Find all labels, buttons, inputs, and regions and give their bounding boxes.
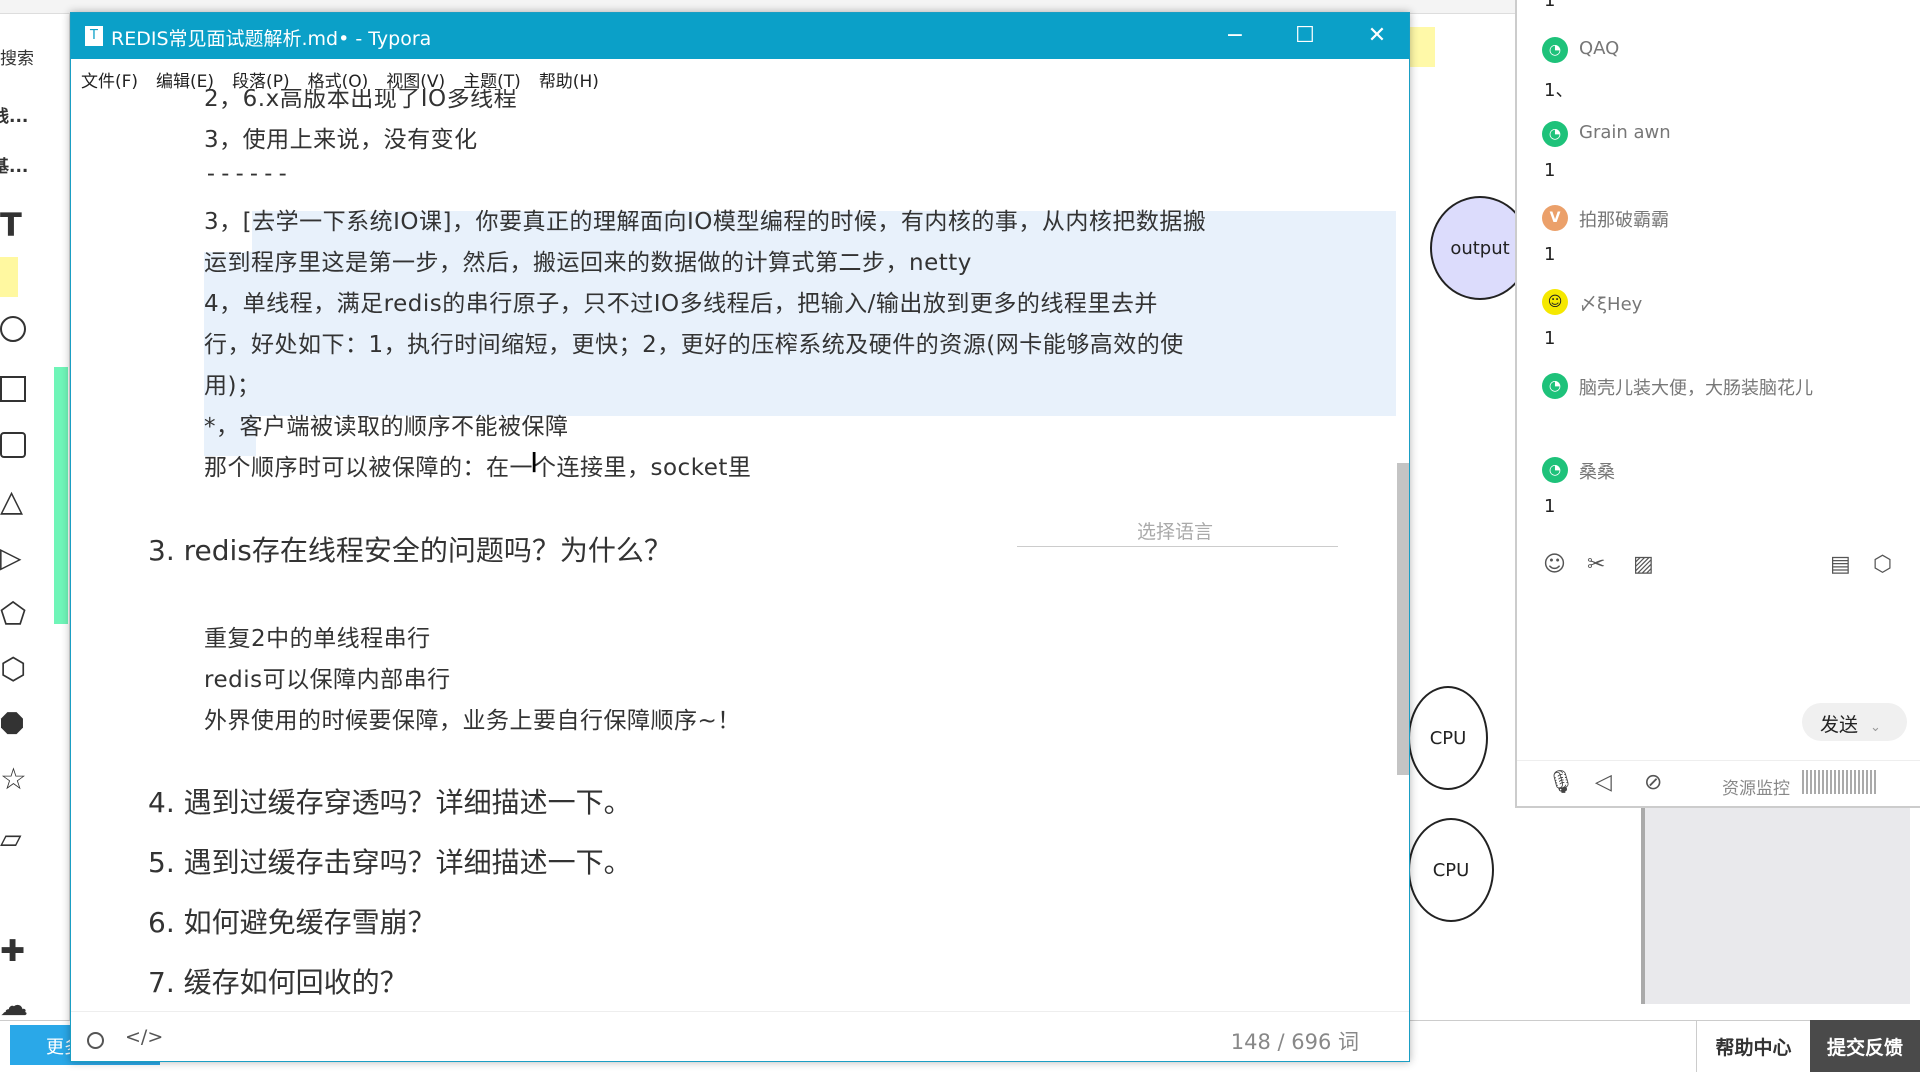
- text-line: 运到程序里这是第一步，然后，搬运回来的数据做的计算式第二步，netty: [204, 250, 972, 276]
- wechat-icon: ◔: [1542, 121, 1568, 147]
- title-bar: T REDIS常见面试题解析.md• - Typora − ☐ ✕: [71, 13, 1409, 59]
- cloud-tool-icon[interactable]: ☁: [0, 989, 28, 1022]
- divider: [1517, 760, 1920, 761]
- chat-sender: 桑桑: [1579, 462, 1615, 483]
- octagon-tool-icon[interactable]: ⯃: [0, 708, 24, 743]
- text-tool-icon[interactable]: T: [0, 206, 22, 244]
- chat-message-text: 1、: [1544, 80, 1574, 101]
- chevron-down-icon[interactable]: ⌄: [1870, 720, 1881, 735]
- emoji-icon[interactable]: ☺: [1543, 552, 1566, 577]
- parallelogram-tool-icon[interactable]: ▱: [0, 822, 22, 855]
- outline-toggle-icon[interactable]: [87, 1032, 104, 1049]
- text-line: 那个顺序时可以被保障的：在一个连接里，socket里: [204, 455, 752, 481]
- send-button[interactable]: 发送 ⌄: [1802, 703, 1907, 741]
- speaker-icon[interactable]: ◁: [1595, 770, 1612, 795]
- menu-edit[interactable]: 编辑(E): [156, 74, 214, 91]
- palette-item[interactable]: 线...: [0, 102, 28, 127]
- heading: 4. 遇到过缓存穿透吗？详细描述一下。: [148, 786, 632, 819]
- scissors-icon[interactable]: ✂: [1587, 552, 1605, 577]
- wechat-icon: ◔: [1542, 373, 1568, 399]
- status-bar: </> 148 / 696 词: [71, 1011, 1409, 1061]
- circle-tool-icon[interactable]: [0, 316, 26, 342]
- cross-tool-icon[interactable]: ✚: [0, 934, 25, 969]
- typora-window: T REDIS常见面试题解析.md• - Typora − ☐ ✕ 文件(F) …: [70, 12, 1410, 1062]
- menu-file[interactable]: 文件(F): [81, 74, 138, 91]
- triangle-tool-icon[interactable]: △: [0, 484, 23, 519]
- heading: 7. 缓存如何回收的？: [148, 966, 408, 999]
- hexagon-tool-icon[interactable]: ⬡: [0, 652, 26, 687]
- chat-message-text: 1: [1544, 244, 1556, 265]
- chat-sender: Grain awn: [1579, 122, 1671, 143]
- pentagon-tool-icon[interactable]: ⬠: [0, 597, 26, 632]
- resource-monitor-label[interactable]: 资源监控: [1722, 774, 1790, 799]
- code-language-select[interactable]: 选择语言: [1137, 517, 1213, 544]
- text-line: 用)；: [204, 373, 261, 399]
- text-line: 3，[去学一下系统IO课]，你要真正的理解面向IO模型编程的时候，有内核的事，从…: [204, 209, 1207, 235]
- help-center-button[interactable]: 帮助中心: [1696, 1020, 1810, 1072]
- code-line: 重复2中的单线程串行: [204, 626, 431, 652]
- menu-format[interactable]: 格式(O): [308, 74, 369, 91]
- video-panel: [1641, 808, 1910, 1004]
- send-label: 发送: [1820, 714, 1859, 736]
- resource-monitor-graph: [1802, 770, 1877, 794]
- star-tool-icon[interactable]: ☆: [0, 762, 27, 797]
- minimize-button[interactable]: −: [1217, 19, 1253, 53]
- chat-sender: QAQ: [1579, 38, 1620, 59]
- typora-app-icon: T: [85, 26, 103, 46]
- canvas-node-cpu[interactable]: CPU: [1408, 818, 1494, 922]
- chat-message-text: 1: [1544, 496, 1556, 517]
- rounded-rect-tool-icon[interactable]: [0, 432, 26, 458]
- code-line: redis可以保障内部串行: [204, 667, 451, 693]
- chat-message-text: 1: [1544, 160, 1556, 181]
- heading: 3. redis存在线程安全的问题吗？为什么？: [148, 534, 672, 567]
- text-line: 行，好处如下：1，执行时间缩短，更快；2，更好的压榨系统及硬件的资源(网卡能够高…: [204, 332, 1184, 358]
- chat-message-text: 1: [1544, 0, 1556, 11]
- search-item[interactable]: 搜索: [0, 44, 34, 69]
- menu-help[interactable]: 帮助(H): [539, 74, 599, 91]
- menu-view[interactable]: 视图(V): [386, 74, 445, 91]
- chat-message-text: 1: [1544, 328, 1556, 349]
- sticky-note-tool-icon[interactable]: [0, 257, 18, 297]
- canvas-highlight: [54, 367, 68, 624]
- word-count[interactable]: 148 / 696 词: [1231, 1026, 1359, 1056]
- text-line: 4，单线程，满足redis的串行原子，只不过IO多线程后，把输入/输出放到更多的…: [204, 291, 1158, 317]
- chat-sender: 脑壳儿装大便，大肠装脑花儿: [1579, 378, 1813, 399]
- palette-item[interactable]: 基...: [0, 152, 28, 177]
- text-line: 3，使用上来说，没有变化: [204, 127, 478, 153]
- wechat-icon: ◔: [1542, 37, 1568, 63]
- microphone-icon[interactable]: 🎙: [1547, 770, 1575, 795]
- canvas-node-cpu[interactable]: CPU: [1408, 686, 1488, 790]
- arrow-tool-icon[interactable]: ▷: [0, 541, 22, 574]
- editor-area[interactable]: 2，6.x高版本出现了IO多线程 3，使用上来说，没有变化 ------ 3，[…: [71, 89, 1396, 1009]
- window-title: REDIS常见面试题解析.md• - Typora: [111, 28, 432, 50]
- maximize-button[interactable]: ☐: [1287, 19, 1323, 53]
- menu-paragraph[interactable]: 段落(P): [232, 74, 290, 91]
- image-icon[interactable]: ▨: [1633, 552, 1654, 577]
- canvas-sticky: [1410, 27, 1435, 67]
- wechat-icon: ◔: [1542, 457, 1568, 483]
- avatar: V: [1542, 205, 1568, 231]
- close-button[interactable]: ✕: [1359, 19, 1395, 53]
- settings-icon[interactable]: ⬡: [1873, 552, 1892, 577]
- heading: 5. 遇到过缓存击穿吗？详细描述一下。: [148, 846, 632, 879]
- group-chat-icon[interactable]: ▤: [1830, 552, 1851, 577]
- source-code-icon[interactable]: </>: [125, 1026, 163, 1048]
- text-line: 2，6.x高版本出现了IO多线程: [204, 89, 518, 112]
- scrollbar[interactable]: [1397, 463, 1409, 775]
- code-line: 外界使用的时候要保障，业务上要自行保障顺序~！: [204, 708, 741, 734]
- text-cursor-icon: I: [530, 446, 539, 479]
- heading: 6. 如何避免缓存雪崩？: [148, 906, 436, 939]
- chat-panel: 1 ◔ QAQ 1、 ◔ Grain awn 1 V 拍那破霸霸 1 ☺ 〆ξH…: [1515, 0, 1920, 808]
- text-line: *，客户端被读取的顺序不能被保障: [204, 414, 569, 440]
- cartoon-avatar-icon: ☺: [1542, 289, 1568, 315]
- feedback-button[interactable]: 提交反馈: [1810, 1020, 1920, 1072]
- text-line: ------: [204, 161, 291, 187]
- chat-sender: 〆ξHey: [1579, 294, 1643, 315]
- divider: [1017, 546, 1338, 547]
- camera-off-icon[interactable]: ⊘: [1644, 770, 1662, 795]
- rectangle-tool-icon[interactable]: [0, 376, 26, 402]
- menu-bar: 文件(F) 编辑(E) 段落(P) 格式(O) 视图(V) 主题(T) 帮助(H…: [71, 59, 1409, 91]
- menu-theme[interactable]: 主题(T): [463, 74, 521, 91]
- chat-sender: 拍那破霸霸: [1579, 210, 1669, 231]
